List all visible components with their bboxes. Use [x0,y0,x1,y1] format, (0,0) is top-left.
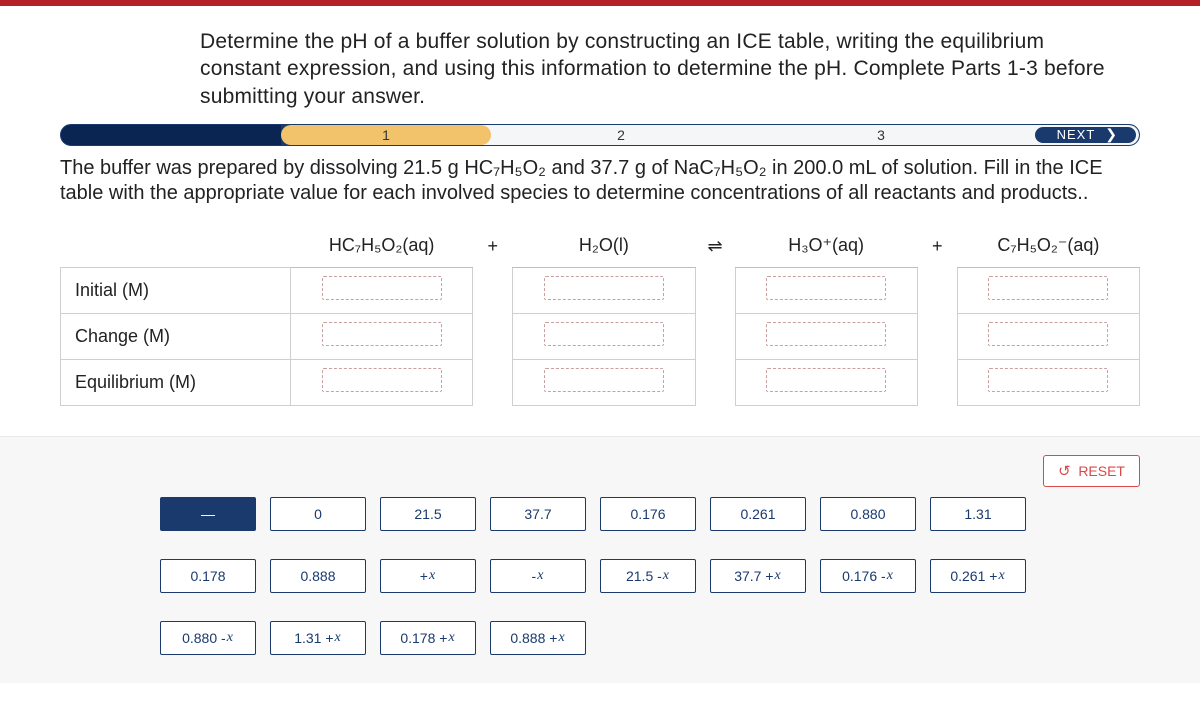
table-row-change: Change (M) [61,313,1140,359]
answer-tile[interactable]: 0.176 - x [820,559,916,593]
sub-instruction-text: The buffer was prepared by dissolving 21… [0,146,1200,225]
step-1-label[interactable]: 1 [281,125,491,145]
ice-table: HC₇H₅O₂(aq) + H₂O(l) ⇌ H₃O⁺(aq) + C₇H₅O₂… [60,225,1140,406]
plus-symbol-2: + [917,225,957,267]
answer-tile[interactable]: 0.261 + x [930,559,1026,593]
plus-symbol: + [473,225,513,267]
drop-slot[interactable] [544,368,664,392]
next-button[interactable]: NEXT ❯ [1035,127,1136,143]
next-label: NEXT [1057,127,1096,142]
drop-slot[interactable] [544,276,664,300]
col-header-acid: HC₇H₅O₂(aq) [291,225,473,267]
answer-tile[interactable]: 0.261 [710,497,806,531]
row-label-initial: Initial (M) [61,267,291,313]
reset-button[interactable]: ↻ RESET [1043,455,1140,487]
answer-tile[interactable]: 0.888 + x [490,621,586,655]
answer-tile[interactable]: 0.178 [160,559,256,593]
answer-tile[interactable]: 37.7 [490,497,586,531]
answer-tile[interactable]: 21.5 [380,497,476,531]
answer-tile[interactable]: 0.880 [820,497,916,531]
drop-slot[interactable] [322,368,442,392]
step-2-label[interactable]: 2 [491,125,751,145]
col-header-hydronium: H₃O⁺(aq) [735,225,917,267]
drop-slot[interactable] [766,276,886,300]
answer-tile[interactable]: 37.7 + x [710,559,806,593]
drop-slot[interactable] [766,368,886,392]
drop-slot[interactable] [322,276,442,300]
col-header-base: C₇H₅O₂⁻(aq) [957,225,1139,267]
answer-tile[interactable]: +x [380,559,476,593]
answer-tile[interactable]: 0.888 [270,559,366,593]
table-row-equilibrium: Equilibrium (M) [61,359,1140,405]
step-3-label[interactable]: 3 [751,125,1011,145]
reset-icon: ↻ [1058,462,1071,480]
answer-bank: ↻ RESET — 0 21.5 37.7 0.176 0.261 0.880 … [0,436,1200,683]
drop-slot[interactable] [322,322,442,346]
answer-tile[interactable]: 1.31 + x [270,621,366,655]
answer-tile[interactable]: -x [490,559,586,593]
drop-slot[interactable] [988,322,1108,346]
drop-slot[interactable] [988,368,1108,392]
equilibrium-symbol: ⇌ [695,225,735,267]
row-label-change: Change (M) [61,313,291,359]
table-row-initial: Initial (M) [61,267,1140,313]
drop-slot[interactable] [988,276,1108,300]
answer-tile[interactable]: 1.31 [930,497,1026,531]
drop-slot[interactable] [544,322,664,346]
answer-tile[interactable]: 0 [270,497,366,531]
tile-grid: — 0 21.5 37.7 0.176 0.261 0.880 1.31 0.1… [60,497,1140,655]
step-indicator: 1 2 3 NEXT ❯ [60,124,1140,146]
row-label-equil: Equilibrium (M) [61,359,291,405]
answer-tile[interactable]: 0.880 - x [160,621,256,655]
answer-tile[interactable]: — [160,497,256,531]
reset-label: RESET [1078,463,1125,479]
answer-tile[interactable]: 0.178 + x [380,621,476,655]
col-header-water: H₂O(l) [513,225,695,267]
drop-slot[interactable] [766,322,886,346]
instruction-text: Determine the pH of a buffer solution by… [0,6,1200,124]
answer-tile[interactable]: 21.5 - x [600,559,696,593]
answer-tile[interactable]: 0.176 [600,497,696,531]
chevron-right-icon: ❯ [1105,126,1118,143]
